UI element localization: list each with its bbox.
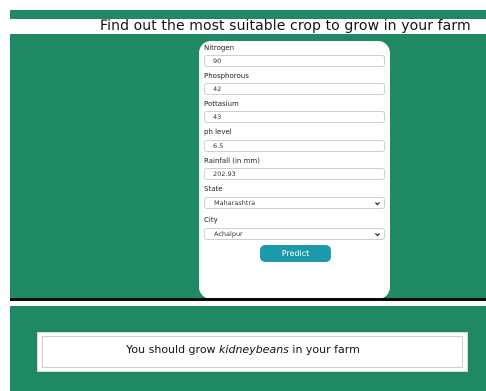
result-prefix: You should grow bbox=[126, 343, 220, 356]
phosphorous-input[interactable] bbox=[204, 83, 385, 95]
chevron-down-icon bbox=[375, 202, 380, 206]
result-crop: kidneybeans bbox=[219, 343, 289, 356]
result-suffix: in your farm bbox=[288, 343, 360, 356]
rainfall-input[interactable] bbox=[204, 168, 385, 180]
predict-button[interactable]: Predict bbox=[260, 245, 331, 262]
nitrogen-label: Nitrogen bbox=[204, 44, 235, 52]
city-label: City bbox=[204, 216, 218, 224]
state-select-value: Maharashtra bbox=[214, 199, 256, 207]
city-select-value: Achalpur bbox=[214, 230, 243, 238]
state-label: State bbox=[204, 185, 223, 193]
pottasium-label: Pottasium bbox=[204, 100, 239, 108]
chevron-down-icon bbox=[375, 233, 380, 237]
result-message: You should grow kidneybeans in your farm bbox=[0, 343, 486, 356]
ph-level-label: ph level bbox=[204, 128, 232, 136]
phosphorous-label: Phosphorous bbox=[204, 72, 249, 80]
nitrogen-input[interactable] bbox=[204, 55, 385, 67]
city-select[interactable]: Achalpur bbox=[204, 228, 385, 240]
rainfall-label: Rainfall (in mm) bbox=[204, 157, 260, 165]
page-title: Find out the most suitable crop to grow … bbox=[100, 18, 471, 34]
pottasium-input[interactable] bbox=[204, 111, 385, 123]
state-select[interactable]: Maharashtra bbox=[204, 197, 385, 209]
ph-level-input[interactable] bbox=[204, 140, 385, 152]
